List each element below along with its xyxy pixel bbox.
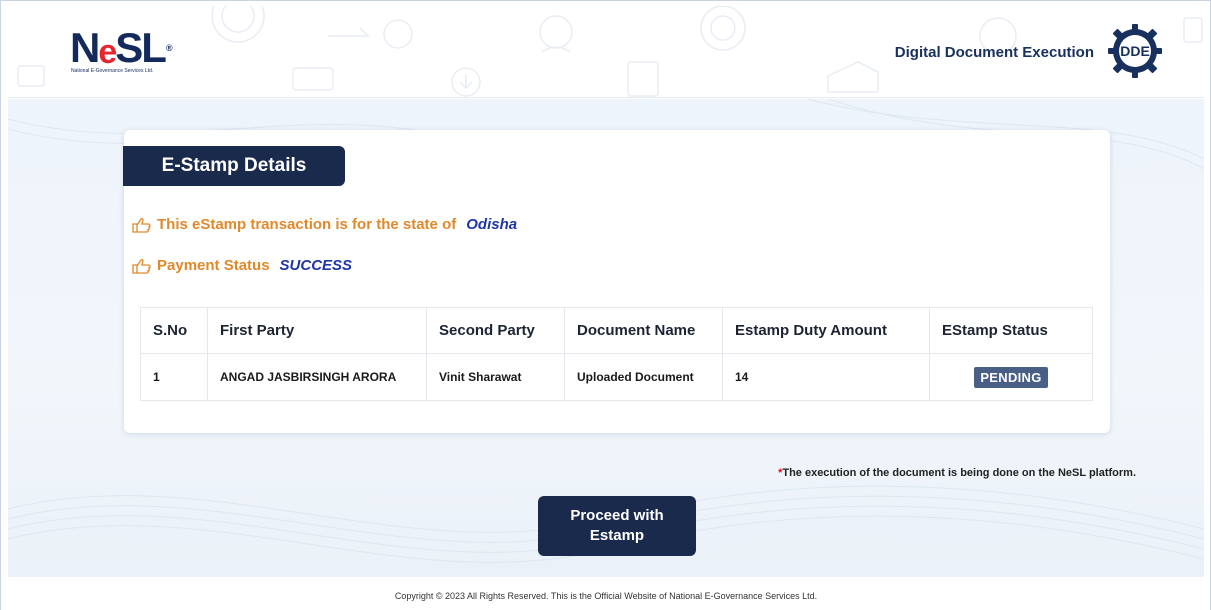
cell-first-party: ANGAD JASBIRSINGH ARORA bbox=[207, 353, 427, 401]
payment-status-label: Payment Status bbox=[157, 257, 270, 274]
state-info-line: This eStamp transaction is for the state… bbox=[131, 216, 517, 233]
table-row: 1 ANGAD JASBIRSINGH ARORA Vinit Sharawat… bbox=[140, 353, 1093, 401]
status-badge: PENDING bbox=[974, 366, 1048, 388]
cell-sno: 1 bbox=[140, 353, 208, 401]
cell-duty-amount: 14 bbox=[722, 353, 930, 401]
note-text: The execution of the document is being d… bbox=[782, 467, 1136, 479]
dde-logo-text: DDE bbox=[1120, 43, 1150, 59]
state-value: Odisha bbox=[466, 216, 518, 233]
payment-status-value: SUCCESS bbox=[279, 257, 353, 274]
pointing-hand-icon bbox=[132, 217, 151, 233]
pointing-hand-icon bbox=[132, 258, 151, 274]
payment-status-line: Payment Status SUCCESS bbox=[131, 257, 352, 274]
cell-document-name: Uploaded Document bbox=[564, 353, 723, 401]
nesl-logo-text: Ne SL ® bbox=[70, 24, 172, 71]
column-header-estamp-status: EStamp Status bbox=[929, 307, 1093, 354]
column-header-first-party: First Party bbox=[207, 307, 427, 354]
cell-second-party: Vinit Sharawat bbox=[426, 353, 565, 401]
platform-note: *The execution of the document is being … bbox=[778, 467, 1136, 479]
column-header-document-name: Document Name bbox=[564, 307, 723, 354]
column-header-sno: S.No bbox=[140, 307, 208, 354]
footer: Copyright © 2023 All Rights Reserved. Th… bbox=[8, 578, 1204, 610]
dde-gear-logo: DDE bbox=[1108, 24, 1162, 78]
table-header-row: S.No First Party Second Party Document N… bbox=[140, 307, 1093, 354]
page-title: Digital Document Execution bbox=[894, 44, 1094, 61]
state-label: This eStamp transaction is for the state… bbox=[157, 216, 457, 233]
proceed-with-estamp-button[interactable]: Proceed with Estamp bbox=[538, 496, 696, 556]
header: Ne SL ® National E-Governance Services Ltd… bbox=[8, 6, 1204, 98]
main-content: E-Stamp Details This eStamp transaction … bbox=[8, 99, 1204, 577]
cell-estamp-status: PENDING bbox=[929, 353, 1093, 401]
estamp-table: S.No First Party Second Party Document N… bbox=[140, 307, 1093, 401]
card-title: E-Stamp Details bbox=[123, 146, 345, 186]
nesl-logo-subtitle: National E-Governance Services Ltd. bbox=[71, 68, 154, 74]
estamp-details-card: E-Stamp Details This eStamp transaction … bbox=[123, 130, 1110, 433]
column-header-second-party: Second Party bbox=[426, 307, 565, 354]
column-header-duty-amount: Estamp Duty Amount bbox=[722, 307, 930, 354]
nesl-logo[interactable]: Ne SL ® National E-Governance Services Ltd… bbox=[70, 24, 190, 75]
